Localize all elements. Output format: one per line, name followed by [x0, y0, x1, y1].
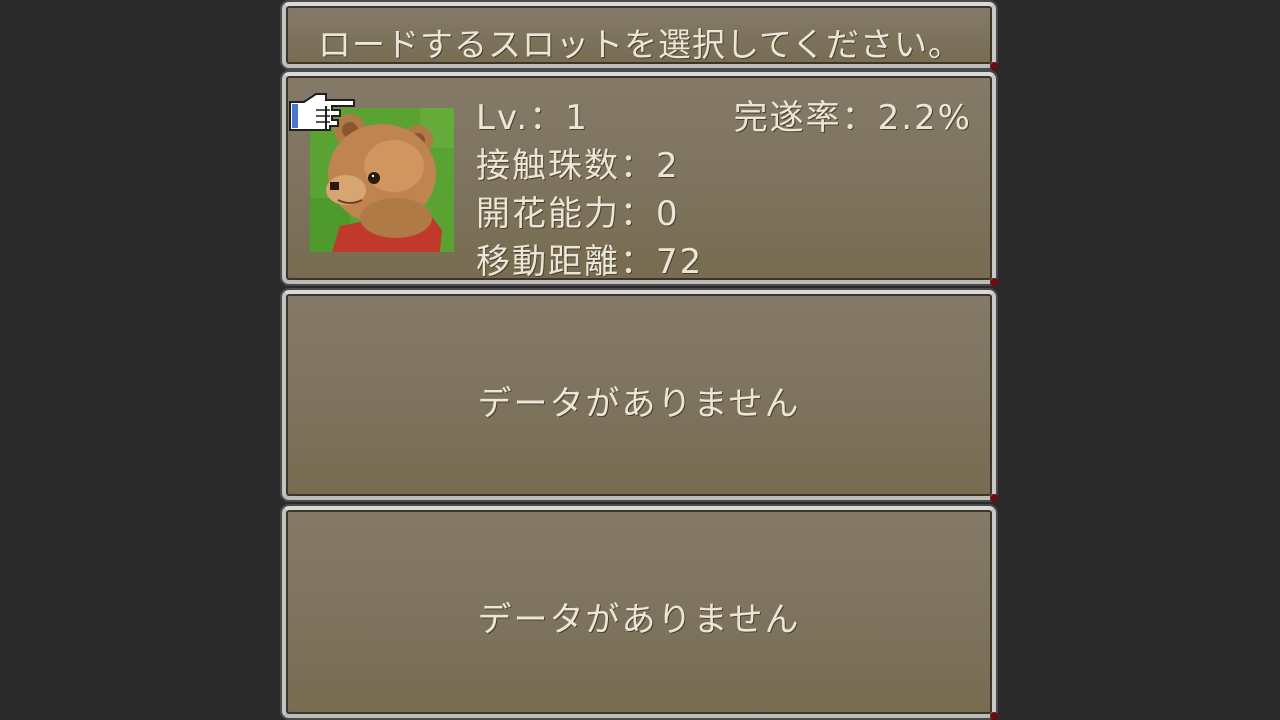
- slot-empty-text: データがありません: [477, 384, 801, 424]
- load-screen: ロードするスロットを選択してください。 Lv.：1 完遂率：2.2% 接触珠数：…: [0, 0, 1280, 720]
- slot-contact-beads: 接触珠数：2: [476, 146, 680, 186]
- save-slot-3[interactable]: データがありません: [282, 506, 998, 720]
- save-slot-1[interactable]: Lv.：1 完遂率：2.2% 接触珠数：2 開花能力：0 移動距離：72: [282, 72, 998, 286]
- slot-level: Lv.：1: [476, 98, 589, 138]
- save-slot-2[interactable]: データがありません: [282, 290, 998, 502]
- slot-move-distance: 移動距離：72: [476, 242, 704, 282]
- help-text: ロードするスロットを選択してください。: [318, 25, 963, 64]
- pointing-hand-icon: [289, 93, 355, 131]
- slot-completion-rate: 完遂率：2.2%: [733, 98, 972, 138]
- slot-empty-text: データがありません: [477, 600, 801, 640]
- help-window: ロードするスロットを選択してください。: [282, 2, 998, 70]
- slot-bloom-ability: 開花能力：0: [476, 194, 680, 234]
